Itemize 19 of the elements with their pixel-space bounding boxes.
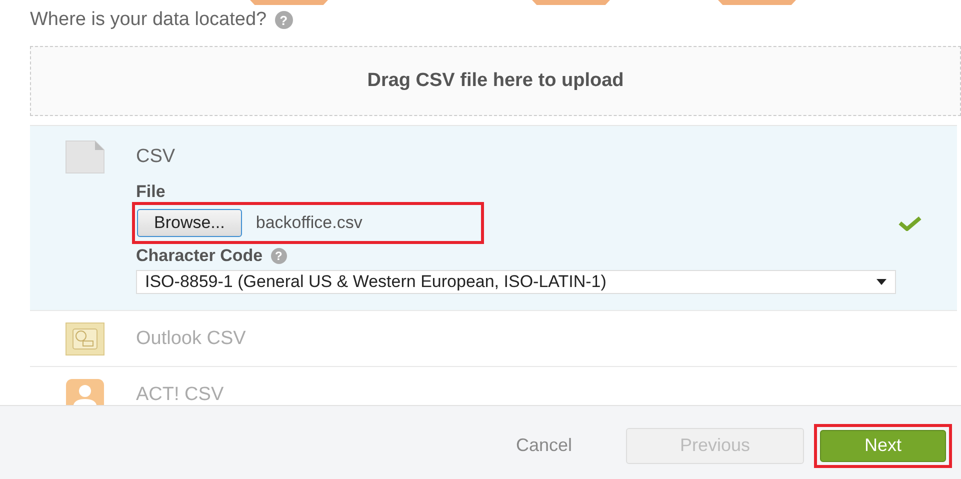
field-label: Character Code xyxy=(136,246,263,266)
calendar-icon xyxy=(65,322,105,356)
caret-icon xyxy=(876,279,887,285)
drop-zone[interactable]: Drag CSV file here to upload xyxy=(30,46,961,116)
source-label: Outlook CSV xyxy=(136,328,246,350)
browse-button[interactable]: Browse... xyxy=(137,209,242,237)
field-label: File xyxy=(136,182,166,202)
source-item[interactable]: CSV File Browse... backoffice.csv Character Code ? ISO-8859-1 (General US & Western European, ISO-LATIN-1) xyxy=(30,126,957,311)
help-icon[interactable]: ? xyxy=(274,11,293,29)
charset-dropdown[interactable]: ISO-8859-1 (General US & Western European, ISO-LATIN-1) xyxy=(136,270,896,294)
cancel-button[interactable]: Cancel xyxy=(510,434,578,457)
document-icon xyxy=(65,140,105,174)
source-label: ACT! CSV xyxy=(136,384,224,405)
source-label: CSV xyxy=(136,146,176,168)
file-name: backoffice.csv xyxy=(256,213,362,233)
next-button[interactable]: Next xyxy=(820,430,946,462)
help-icon[interactable]: ? xyxy=(270,248,287,264)
drop-zone-text: Drag CSV file here to upload xyxy=(367,70,624,92)
question-heading: Where is your data located? xyxy=(30,9,267,31)
